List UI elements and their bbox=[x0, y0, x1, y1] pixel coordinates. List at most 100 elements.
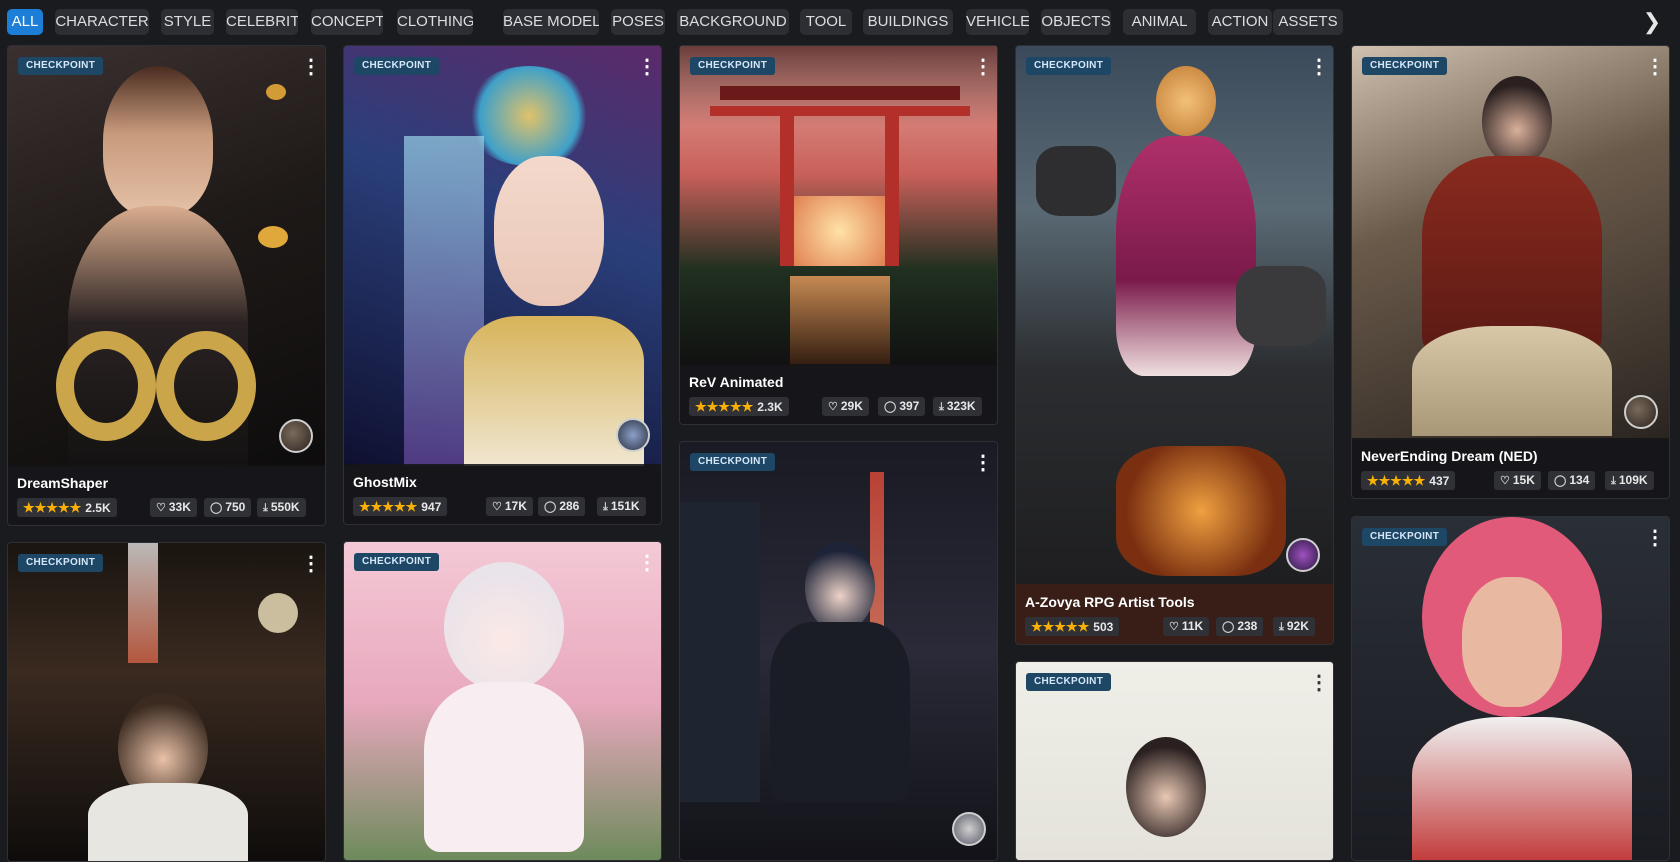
model-card[interactable]: CHECKPOINT ⋮ bbox=[343, 541, 662, 861]
category-chip-style[interactable]: STYLE bbox=[161, 9, 214, 35]
model-card-a-zovya-rpg-artist-tools[interactable]: CHECKPOINT ⋮ A-Zovya RPG Artist Tools ★★… bbox=[1015, 45, 1334, 645]
category-chip-base-model[interactable]: BASE MODEL bbox=[503, 9, 599, 35]
download-icon: ⤓ bbox=[1611, 475, 1616, 487]
more-menu-icon[interactable]: ⋮ bbox=[301, 56, 321, 78]
download-icon: ⤓ bbox=[1279, 621, 1284, 633]
checkpoint-badge: CHECKPOINT bbox=[1362, 528, 1448, 546]
model-card[interactable]: CHECKPOINT ⋮ bbox=[679, 441, 998, 861]
rating-badge: ★★★★★ 2.5K bbox=[17, 498, 117, 517]
model-card-ghostmix[interactable]: CHECKPOINT ⋮ GhostMix ★★★★★ 947 ♡ 17K ◯ 286… bbox=[343, 45, 662, 525]
model-preview-image bbox=[8, 46, 325, 467]
category-chip-poses[interactable]: POSES bbox=[611, 9, 665, 35]
category-chip-tool[interactable]: TOOL bbox=[800, 9, 852, 35]
card-footer: A-Zovya RPG Artist Tools ★★★★★ 503 ♡ 11K ◯… bbox=[1016, 584, 1333, 644]
category-chip-clothing[interactable]: CLOTHING bbox=[397, 9, 473, 35]
category-chip-vehicle[interactable]: VEHICLE bbox=[966, 9, 1029, 35]
model-preview-image bbox=[1352, 517, 1669, 860]
comments-count: ◯ 238 bbox=[1216, 617, 1264, 636]
model-preview-image bbox=[1352, 46, 1669, 440]
comment-icon: ◯ bbox=[544, 501, 557, 513]
download-icon: ⤓ bbox=[603, 501, 608, 513]
model-card[interactable]: CHECKPOINT ⋮ bbox=[7, 542, 326, 862]
likes-count: ♡ 11K bbox=[1163, 617, 1210, 636]
model-card-neverending-dream[interactable]: CHECKPOINT ⋮ NeverEnding Dream (NED) ★★★… bbox=[1351, 45, 1670, 499]
model-preview-image bbox=[680, 46, 997, 366]
checkpoint-badge: CHECKPOINT bbox=[1362, 57, 1448, 75]
model-title[interactable]: GhostMix bbox=[353, 474, 417, 490]
rating-badge: ★★★★★ 503 bbox=[1025, 617, 1120, 636]
downloads-count: ⤓ 323K bbox=[933, 397, 982, 416]
model-card-dreamshaper[interactable]: CHECKPOINT ⋮ DreamShaper ★★★★★ 2.5K ♡ 33K … bbox=[7, 45, 326, 526]
more-menu-icon[interactable]: ⋮ bbox=[301, 553, 321, 575]
category-chip-concept[interactable]: CONCEPT bbox=[311, 9, 383, 35]
card-footer: ReV Animated ★★★★★ 2.3K ♡ 29K ◯ 397 ⤓ 323K bbox=[680, 364, 997, 424]
checkpoint-badge: CHECKPOINT bbox=[18, 57, 104, 75]
star-icon: ★★★★★ bbox=[1031, 619, 1090, 634]
rating-badge: ★★★★★ 2.3K bbox=[689, 397, 789, 416]
downloads-count: ⤓ 92K bbox=[1273, 617, 1315, 636]
model-preview-image bbox=[1016, 46, 1333, 586]
creator-avatar[interactable] bbox=[952, 812, 986, 846]
checkpoint-badge: CHECKPOINT bbox=[354, 553, 440, 571]
checkpoint-badge: CHECKPOINT bbox=[1026, 57, 1112, 75]
model-preview-image bbox=[1016, 662, 1333, 860]
heart-icon: ♡ bbox=[492, 501, 502, 513]
more-menu-icon[interactable]: ⋮ bbox=[1645, 527, 1665, 549]
comment-icon: ◯ bbox=[210, 502, 223, 514]
downloads-count: ⤓ 550K bbox=[257, 498, 306, 517]
more-menu-icon[interactable]: ⋮ bbox=[1309, 672, 1329, 694]
download-icon: ⤓ bbox=[939, 401, 944, 413]
card-footer: DreamShaper ★★★★★ 2.5K ♡ 33K ◯ 750 ⤓ 550K bbox=[8, 465, 325, 525]
model-title[interactable]: ReV Animated bbox=[689, 374, 783, 390]
model-title[interactable]: A-Zovya RPG Artist Tools bbox=[1025, 594, 1195, 610]
comments-count: ◯ 397 bbox=[878, 397, 926, 416]
model-preview-image bbox=[344, 46, 661, 466]
creator-avatar[interactable] bbox=[1286, 538, 1320, 572]
model-preview-image bbox=[8, 543, 325, 861]
model-title[interactable]: NeverEnding Dream (NED) bbox=[1361, 448, 1538, 464]
more-menu-icon[interactable]: ⋮ bbox=[637, 56, 657, 78]
checkpoint-badge: CHECKPOINT bbox=[690, 453, 776, 471]
category-chip-animal[interactable]: ANIMAL bbox=[1123, 9, 1196, 35]
likes-count: ♡ 29K bbox=[822, 397, 869, 416]
comments-count: ◯ 286 bbox=[538, 497, 586, 516]
category-chip-buildings[interactable]: BUILDINGS bbox=[863, 9, 953, 35]
more-menu-icon[interactable]: ⋮ bbox=[637, 552, 657, 574]
category-chip-background[interactable]: BACKGROUND bbox=[677, 9, 789, 35]
heart-icon: ♡ bbox=[1500, 475, 1510, 487]
star-icon: ★★★★★ bbox=[695, 399, 754, 414]
likes-count: ♡ 15K bbox=[1494, 471, 1541, 490]
more-menu-icon[interactable]: ⋮ bbox=[973, 56, 993, 78]
model-card[interactable]: CHECKPOINT ⋮ bbox=[1351, 516, 1670, 861]
card-footer: GhostMix ★★★★★ 947 ♡ 17K ◯ 286 ⤓ 151K bbox=[344, 464, 661, 524]
downloads-count: ⤓ 109K bbox=[1605, 471, 1654, 490]
rating-badge: ★★★★★ 437 bbox=[1361, 471, 1456, 490]
star-icon: ★★★★★ bbox=[359, 499, 418, 514]
chevron-right-icon[interactable]: ❯ bbox=[1642, 9, 1662, 35]
checkpoint-badge: CHECKPOINT bbox=[18, 554, 104, 572]
download-icon: ⤓ bbox=[263, 502, 268, 514]
downloads-count: ⤓ 151K bbox=[597, 497, 646, 516]
heart-icon: ♡ bbox=[828, 401, 838, 413]
creator-avatar[interactable] bbox=[279, 419, 313, 453]
comment-icon: ◯ bbox=[1222, 621, 1235, 633]
creator-avatar[interactable] bbox=[1624, 395, 1658, 429]
checkpoint-badge: CHECKPOINT bbox=[690, 57, 776, 75]
model-card-rev-animated[interactable]: CHECKPOINT ⋮ ReV Animated ★★★★★ 2.3K ♡ 29K… bbox=[679, 45, 998, 425]
checkpoint-badge: CHECKPOINT bbox=[354, 57, 440, 75]
category-chip-character[interactable]: CHARACTER bbox=[55, 9, 149, 35]
model-title[interactable]: DreamShaper bbox=[17, 475, 108, 491]
category-chip-celebrity[interactable]: CELEBRITY bbox=[226, 9, 298, 35]
likes-count: ♡ 17K bbox=[486, 497, 533, 516]
category-chip-all[interactable]: ALL bbox=[7, 9, 43, 35]
creator-avatar[interactable] bbox=[616, 418, 650, 452]
more-menu-icon[interactable]: ⋮ bbox=[1645, 56, 1665, 78]
more-menu-icon[interactable]: ⋮ bbox=[973, 452, 993, 474]
card-footer: NeverEnding Dream (NED) ★★★★★ 437 ♡ 15K ◯ 1… bbox=[1352, 438, 1669, 498]
star-icon: ★★★★★ bbox=[1367, 473, 1426, 488]
more-menu-icon[interactable]: ⋮ bbox=[1309, 56, 1329, 78]
category-chip-action[interactable]: ACTION bbox=[1208, 9, 1272, 35]
category-chip-objects[interactable]: OBJECTS bbox=[1041, 9, 1111, 35]
category-chip-assets[interactable]: ASSETS bbox=[1273, 9, 1343, 35]
model-card[interactable]: CHECKPOINT ⋮ bbox=[1015, 661, 1334, 861]
